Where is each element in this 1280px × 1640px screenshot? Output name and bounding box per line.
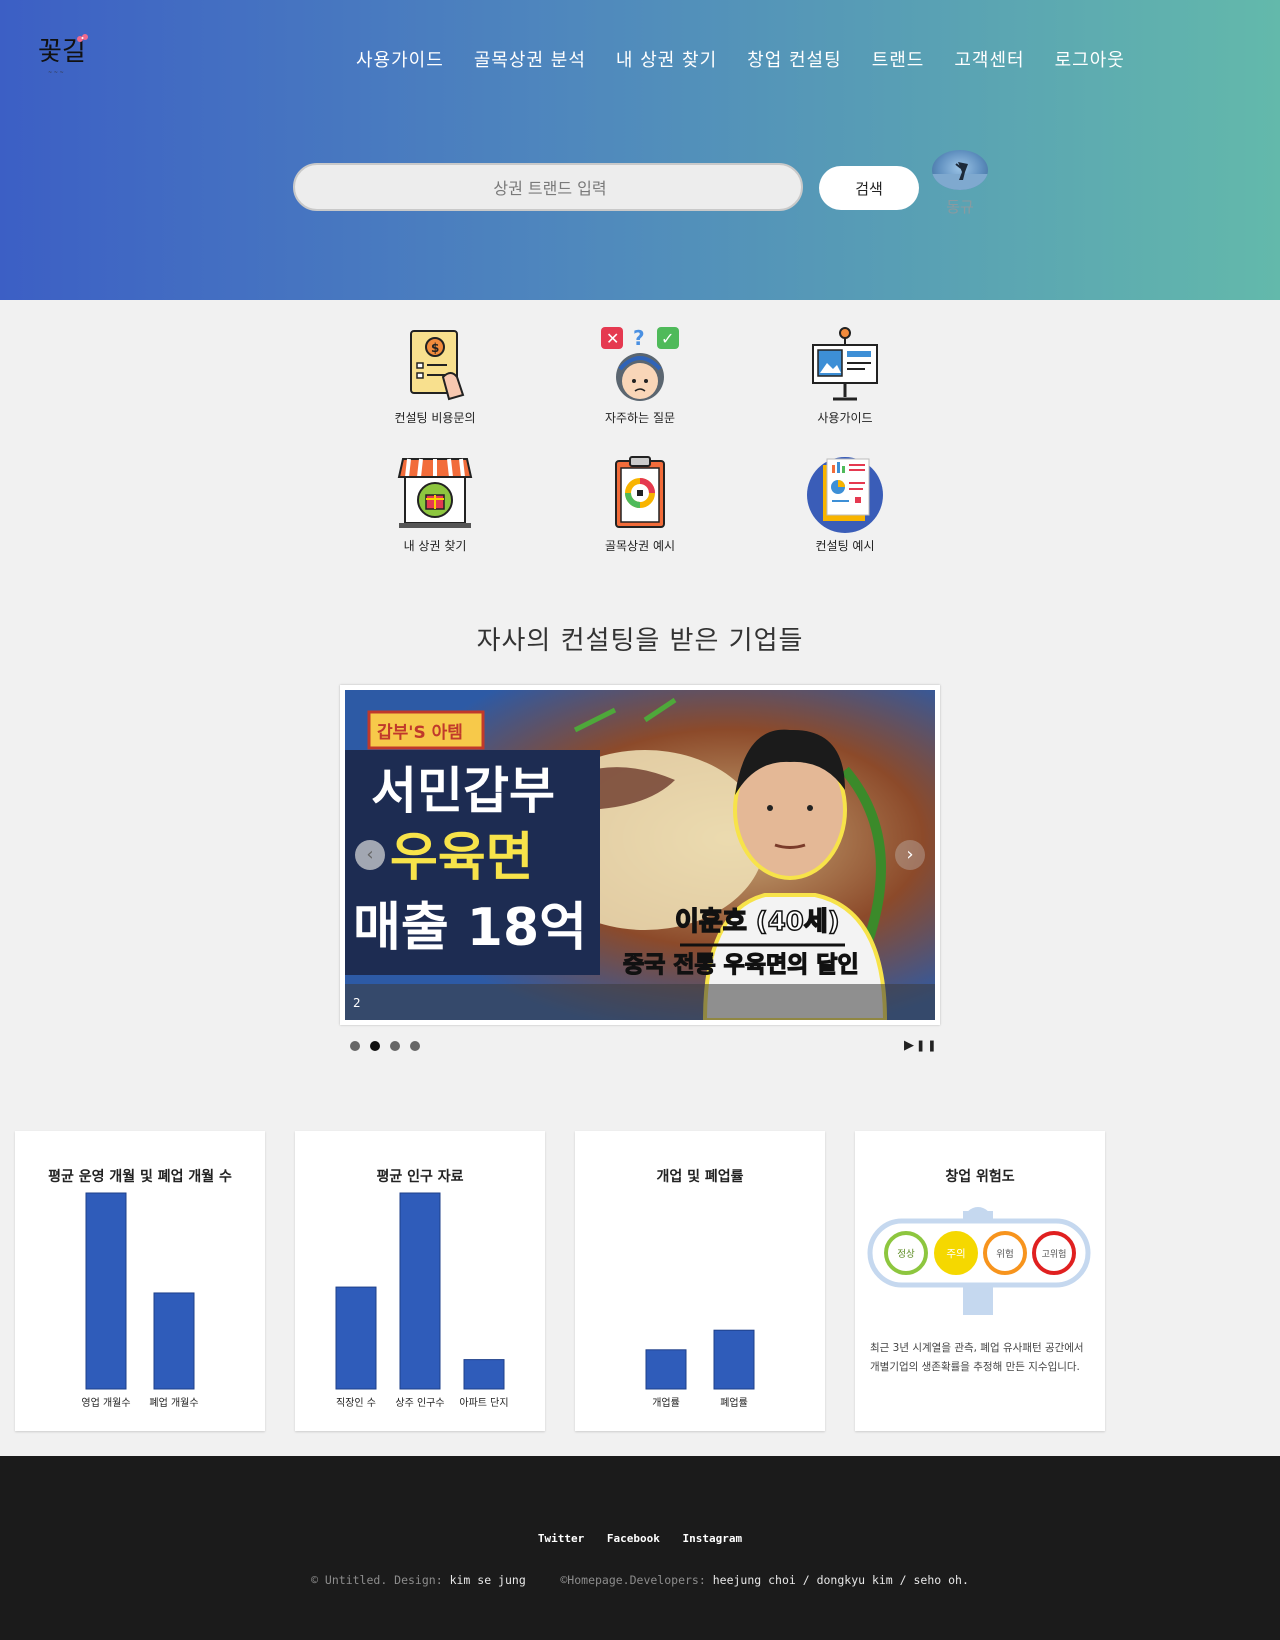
twitter-link[interactable]: Twitter [538, 1532, 584, 1545]
slider-dot-4[interactable] [410, 1041, 420, 1051]
chart-bar [399, 1192, 441, 1390]
slider-dot-2[interactable] [370, 1041, 380, 1051]
card-operating-months: 평균 운영 개월 및 폐업 개월 수 영업 개월수 폐업 개월수 [15, 1131, 265, 1431]
svg-text:?: ? [633, 326, 645, 350]
slide-person: 이훈호 (40세) [675, 907, 840, 937]
tile-label: 컨설팅 비용문의 [394, 411, 476, 425]
slide-headline-1: 서민갑부 [371, 762, 555, 820]
facebook-link[interactable]: Facebook [607, 1532, 660, 1545]
card-startup-risk: 창업 위험도 정상 주의 위험 고위험 최근 3년 시계열을 관측, 폐업 유사… [855, 1131, 1105, 1431]
slide-subtitle: 중국 전통 우육면의 달인 [623, 952, 859, 978]
slider-dot-1[interactable] [350, 1041, 360, 1051]
traffic-light-gauge: 정상 주의 위험 고위험 [867, 1207, 1091, 1315]
nav-trend[interactable]: 트랜드 [872, 46, 925, 72]
instagram-link[interactable]: Instagram [682, 1532, 742, 1545]
nav-logout[interactable]: 로그아웃 [1055, 46, 1125, 72]
svg-text:✓: ✓ [661, 329, 674, 348]
slide-headline-2: 우육면 [390, 828, 534, 888]
tile-consulting-cost[interactable]: $ 컨설팅 비용문의 [360, 325, 510, 426]
chart-tick-label: 직장인 수 [336, 1397, 376, 1409]
slide-headline-3: 매출 18억 [353, 898, 587, 958]
nav-alley-analysis[interactable]: 골목상권 분석 [474, 46, 586, 72]
risk-label: 위험 [996, 1248, 1013, 1260]
svg-text:~ ~ ~: ~ ~ ~ [48, 70, 64, 76]
header: 꽃길 ~ ~ ~ 사용가이드 골목상권 분석 내 상권 찾기 창업 컨설팅 트랜… [0, 0, 1280, 300]
section-title: 자사의 컨설팅을 받은 기업들 [476, 626, 804, 656]
tile-label: 사용가이드 [817, 411, 873, 425]
copyright-prefix: © Untitled. Design: [311, 1573, 443, 1587]
nav-find-my-area[interactable]: 내 상권 찾기 [616, 46, 717, 72]
next-arrow-icon[interactable]: › [895, 840, 925, 870]
chart-tick-label: 폐업 개월수 [149, 1396, 198, 1409]
play-icon[interactable]: ▶ [904, 1038, 916, 1053]
designer-name: kim se jung [449, 1573, 526, 1587]
risk-label: 고위험 [1042, 1249, 1067, 1260]
risk-description: 최근 3년 시계열을 관측, 폐업 유사패턴 공간에서 개별기업의 생존확률을 … [870, 1342, 1084, 1373]
avatar-photo [932, 162, 988, 190]
nav-usage-guide[interactable]: 사용가이드 [356, 46, 444, 72]
nav-customer-center[interactable]: 고객센터 [954, 46, 1024, 72]
card-population: 평균 인구 자료 직장인 수 상주 인구수 아파트 단지 [295, 1131, 545, 1431]
caption-bar: 2 [345, 984, 935, 1020]
nav-startup-consulting[interactable]: 창업 컨설팅 [747, 46, 842, 72]
chart-bar [463, 1359, 505, 1390]
invoice-dollar-icon: $ [410, 330, 465, 401]
search-input[interactable] [295, 165, 805, 211]
bar-chart: 직장인 수 상주 인구수 아파트 단지 [335, 1192, 509, 1409]
tile-alley-example[interactable]: 골목상권 예시 [565, 453, 715, 554]
slide-graphic: 갑부'S 아템 서민갑부 우육면 매출 18억 이훈호 (40세) 중국 전통 … [345, 690, 935, 1020]
developer-prefix: ©Homepage.Developers: [560, 1573, 706, 1587]
bar-chart: 개업률 폐업률 [645, 1329, 755, 1409]
chart-bar [713, 1329, 755, 1390]
tile-consulting-example[interactable]: 컨설팅 예시 [770, 453, 920, 554]
slide-number: 2 [353, 996, 361, 1010]
chart-tick-label: 상주 인구수 [395, 1397, 444, 1409]
bar-chart: 영업 개월수 폐업 개월수 [81, 1192, 199, 1409]
presentation-board-icon [812, 327, 878, 401]
footer: Twitter Facebook Instagram © Untitled. D… [0, 1456, 1280, 1640]
faq-person-icon: ✕ ? ✓ [601, 326, 679, 401]
slide-image[interactable]: 갑부'S 아템 서민갑부 우육면 매출 18억 이훈호 (40세) 중국 전통 … [345, 690, 935, 1020]
search-button[interactable]: 검색 [819, 166, 919, 210]
chart-bar [153, 1292, 195, 1390]
chart-tick-label: 폐업률 [720, 1396, 748, 1409]
main-nav: 사용가이드 골목상권 분석 내 상권 찾기 창업 컨설팅 트랜드 고객센터 로그… [356, 46, 1155, 72]
chart-bar [335, 1286, 377, 1390]
svg-text:$: $ [431, 341, 439, 355]
slide-badge: 갑부'S 아템 [377, 723, 463, 743]
tile-label: 골목상권 예시 [604, 539, 676, 553]
slider-dots [350, 1041, 420, 1051]
search-box [293, 163, 805, 211]
chart-bar [645, 1349, 687, 1390]
risk-label: 정상 [897, 1249, 915, 1260]
chart-tick-label: 아파트 단지 [459, 1397, 508, 1409]
user-name: 동규 [946, 198, 974, 216]
avatar[interactable] [932, 150, 988, 190]
developer-names: heejung choi / dongkyu kim / seho oh. [712, 1573, 969, 1587]
svg-text:✕: ✕ [606, 329, 619, 348]
tile-usage-guide[interactable]: 사용가이드 [770, 325, 920, 426]
slider-controls: ▶❚❚ [904, 1038, 938, 1053]
tile-find-my-area[interactable]: 내 상권 찾기 [360, 453, 510, 554]
prev-arrow-icon[interactable]: ‹ [355, 840, 385, 870]
credits: © Untitled. Design: kim se jung ©Homepag… [0, 1573, 1280, 1587]
risk-label: 주의 [946, 1248, 965, 1260]
tile-label: 컨설팅 예시 [815, 539, 875, 553]
tile-label: 내 상권 찾기 [403, 539, 467, 553]
tile-label: 자주하는 질문 [604, 411, 676, 425]
report-document-icon [807, 457, 883, 533]
social-links: Twitter Facebook Instagram [0, 1532, 1280, 1545]
chart-tick-label: 영업 개월수 [81, 1396, 130, 1409]
client-slider: 갑부'S 아템 서민갑부 우육면 매출 18억 이훈호 (40세) 중국 전통 … [340, 685, 940, 1025]
pause-icon[interactable]: ❚❚ [916, 1039, 938, 1052]
clipboard-chart-icon [615, 456, 665, 528]
tile-faq[interactable]: ✕ ? ✓ 자주하는 질문 [565, 325, 715, 426]
slider-dot-3[interactable] [390, 1041, 400, 1051]
card-open-close-rate: 개업 및 폐업률 개업률 폐업률 [575, 1131, 825, 1431]
kkotgil-logo[interactable]: 꽃길 ~ ~ ~ [36, 30, 96, 80]
chart-tick-label: 개업률 [652, 1396, 680, 1409]
store-gift-icon [397, 458, 473, 528]
chart-bar [85, 1192, 127, 1390]
